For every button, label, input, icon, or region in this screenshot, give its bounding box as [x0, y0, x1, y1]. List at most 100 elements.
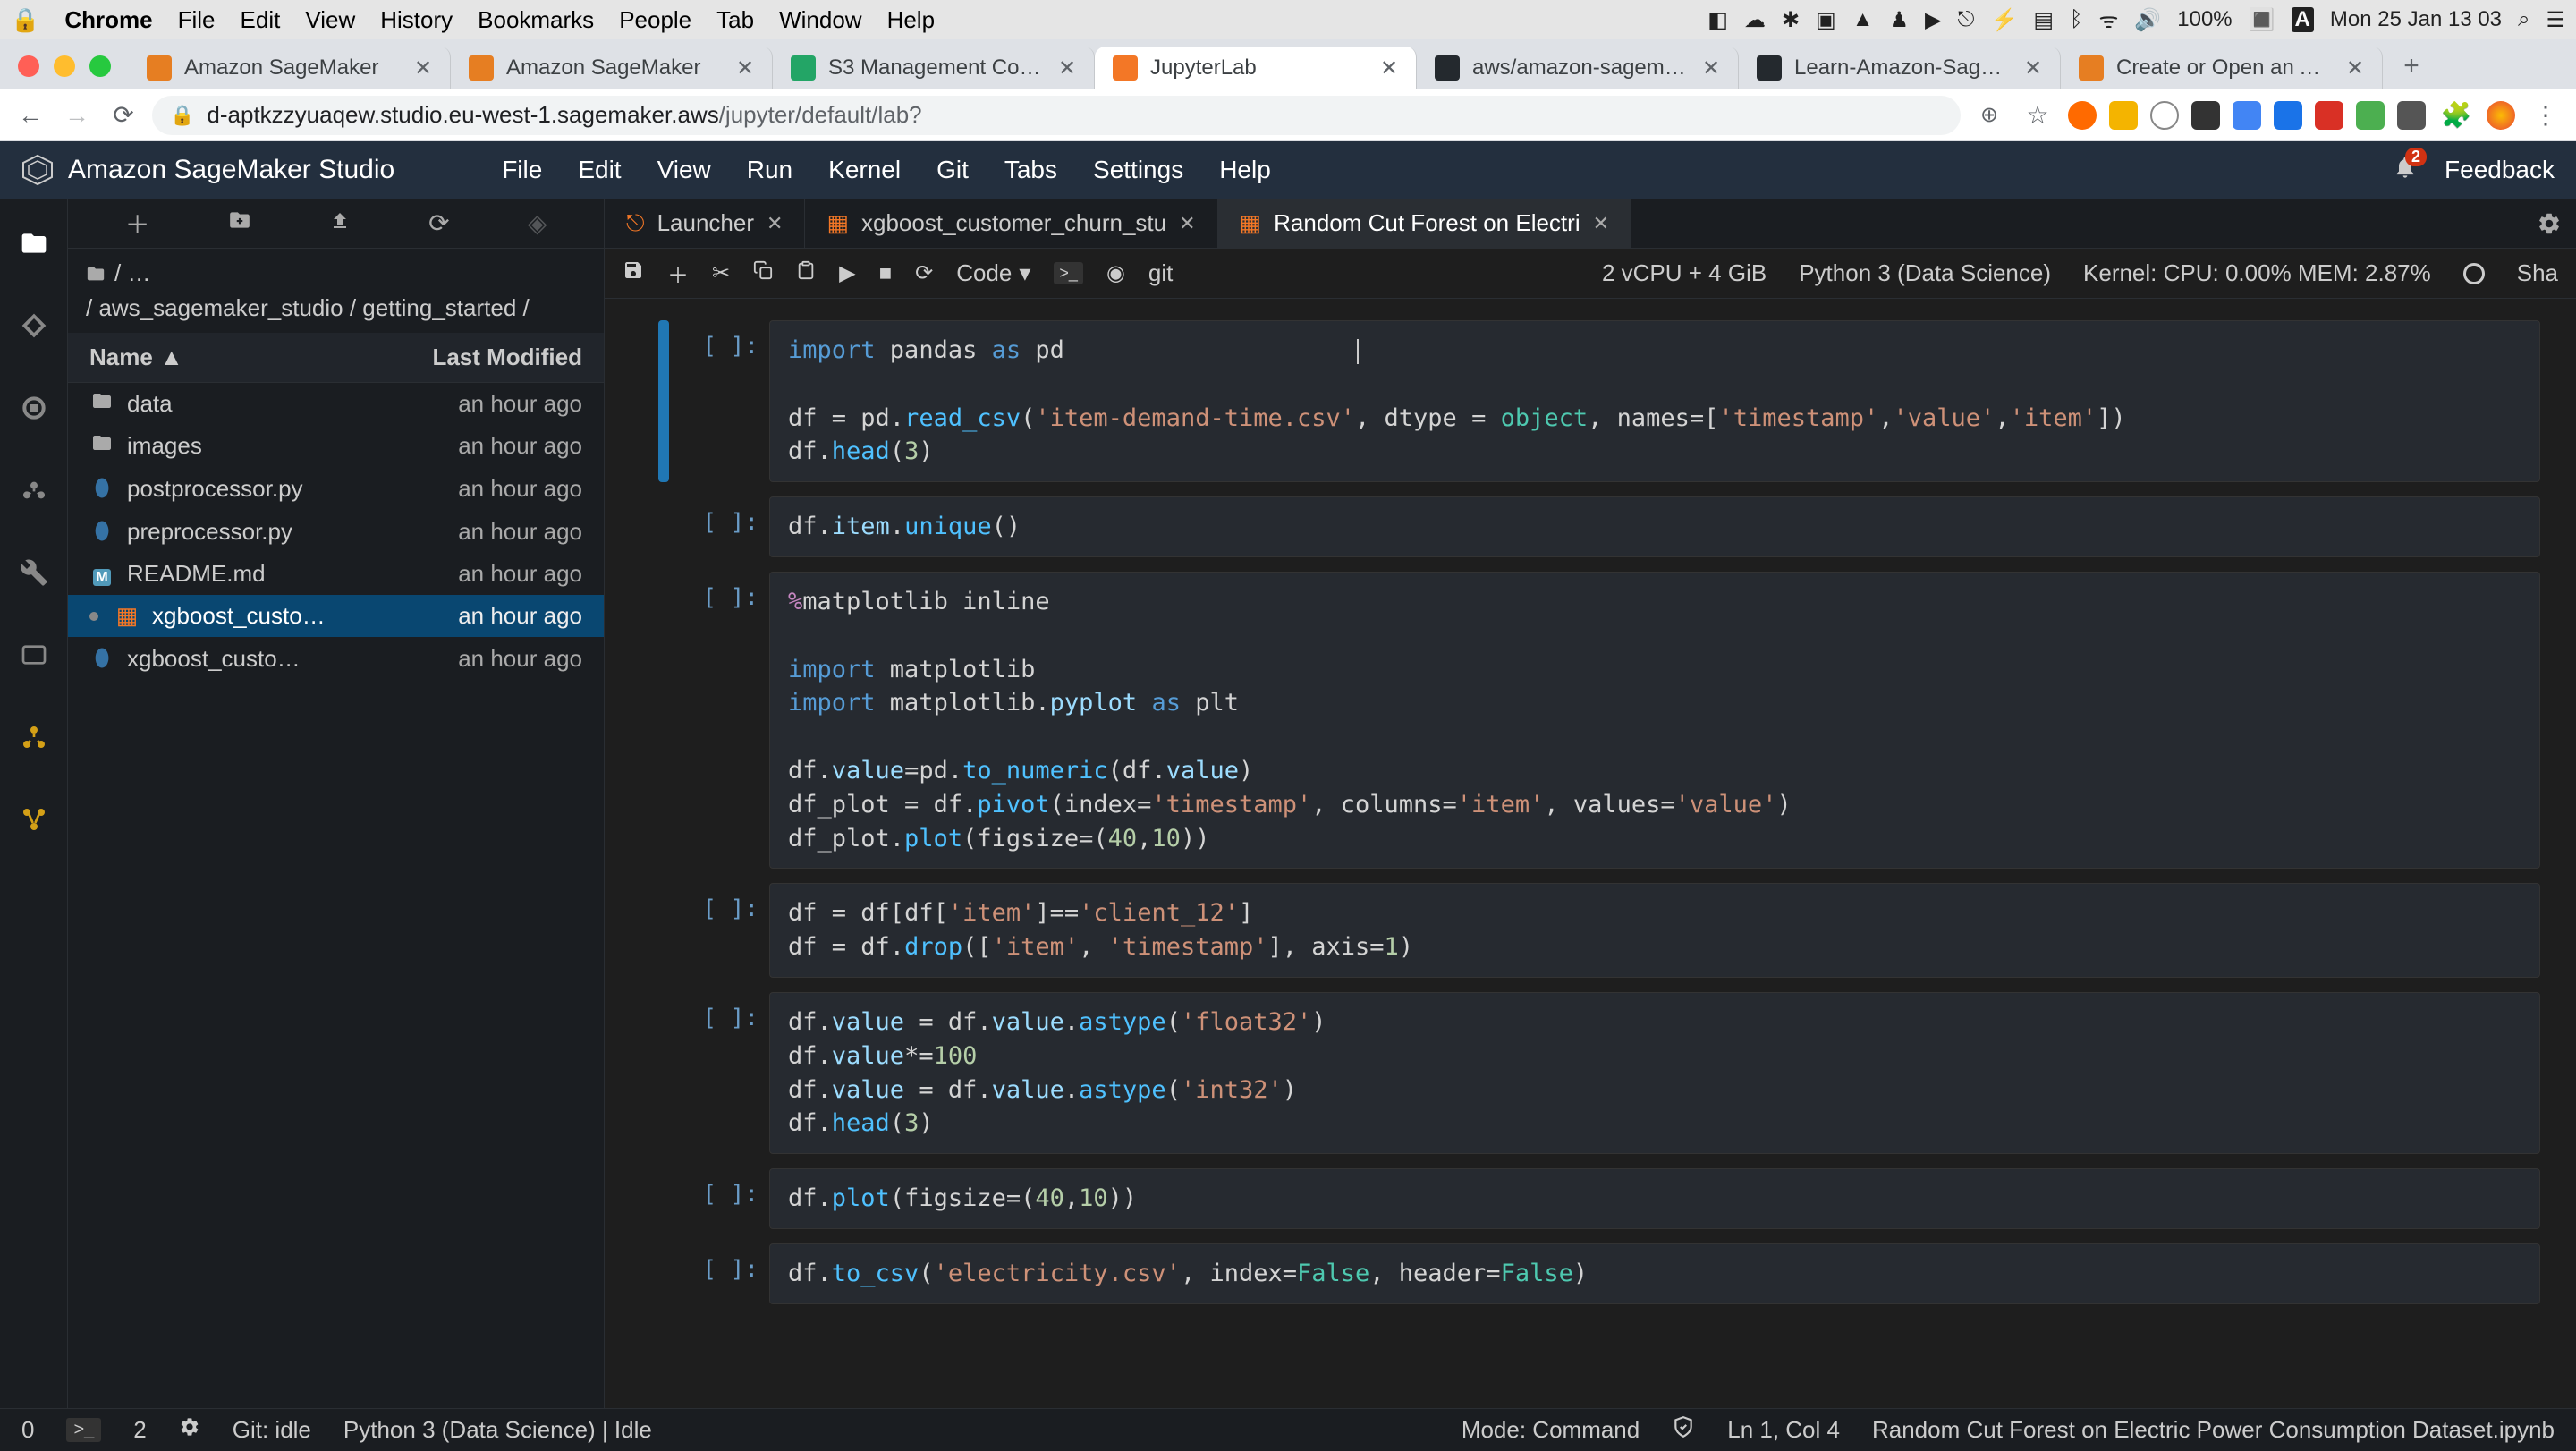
extension-icon[interactable]: [2397, 101, 2426, 130]
status-errors[interactable]: 0: [21, 1416, 34, 1444]
git-clone-button[interactable]: ◈: [528, 208, 547, 238]
chrome-tab[interactable]: S3 Management Console✕: [773, 47, 1095, 89]
git-tab[interactable]: [16, 308, 52, 344]
cell-code[interactable]: %matplotlib inline import matplotlib imp…: [769, 572, 2540, 869]
extension-icon[interactable]: [2191, 101, 2220, 130]
tray-icon[interactable]: ◧: [1707, 7, 1728, 33]
menu-history[interactable]: History: [380, 6, 453, 34]
chrome-tab[interactable]: Learn-Amazon-SageMaker/sd…✕: [1739, 47, 2061, 89]
chrome-tab[interactable]: Create or Open an Amazon Sa…✕: [2061, 47, 2383, 89]
editor-tab[interactable]: ⎋Launcher✕: [605, 199, 805, 248]
chrome-tab[interactable]: JupyterLab✕: [1095, 47, 1417, 89]
battery-icon[interactable]: 🔳: [2249, 7, 2275, 33]
terminal-button[interactable]: >_: [1054, 262, 1083, 284]
app-name[interactable]: Chrome: [64, 6, 152, 34]
file-row[interactable]: MREADME.mdan hour ago: [68, 553, 604, 595]
cell-code[interactable]: df = df[df['item']=='client_12'] df = df…: [769, 883, 2540, 978]
file-row[interactable]: ▦xgboost_custo…an hour ago: [68, 595, 604, 637]
file-row[interactable]: imagesan hour ago: [68, 425, 604, 467]
running-kernels-tab[interactable]: [16, 390, 52, 426]
cell-code[interactable]: df.value = df.value.astype('float32') df…: [769, 992, 2540, 1154]
close-tab-icon[interactable]: ✕: [414, 55, 432, 81]
breadcrumb[interactable]: / …: [68, 249, 604, 291]
chrome-tab[interactable]: Amazon SageMaker✕: [129, 47, 451, 89]
file-row[interactable]: ⬮xgboost_custo…an hour ago: [68, 637, 604, 680]
chrome-tab[interactable]: Amazon SageMaker✕: [451, 47, 773, 89]
close-tab-icon[interactable]: ✕: [767, 212, 783, 235]
wifi-icon[interactable]: ᯤ: [2098, 5, 2118, 35]
file-row[interactable]: dataan hour ago: [68, 383, 604, 425]
tray-icon[interactable]: ♟: [1890, 7, 1910, 33]
status-trusted-icon[interactable]: [1672, 1415, 1695, 1445]
save-button[interactable]: [623, 259, 644, 287]
tray-icon[interactable]: ☁: [1744, 7, 1766, 33]
kernel-status-icon[interactable]: [2463, 263, 2485, 284]
new-folder-button[interactable]: [228, 208, 251, 238]
tray-icon[interactable]: ▲: [1852, 7, 1874, 32]
sort-by-modified[interactable]: Last Modified: [368, 344, 582, 371]
reload-button[interactable]: ⟳: [106, 98, 141, 133]
studio-menu-kernel[interactable]: Kernel: [828, 156, 901, 184]
compute-type[interactable]: 2 vCPU + 4 GiB: [1602, 259, 1767, 287]
new-tab-button[interactable]: +: [2392, 47, 2431, 86]
tabs-tab[interactable]: [16, 637, 52, 673]
paste-button[interactable]: [796, 260, 816, 286]
input-source-icon[interactable]: A: [2292, 7, 2314, 32]
new-launcher-button[interactable]: ＋: [125, 206, 150, 242]
status-git[interactable]: Git: idle: [233, 1416, 311, 1444]
notebook-cell[interactable]: [ ]:df.value = df.value.astype('float32'…: [658, 992, 2540, 1154]
chrome-tab[interactable]: aws/amazon-sagemaker-exam…✕: [1417, 47, 1739, 89]
close-tab-icon[interactable]: ✕: [1593, 212, 1609, 235]
commands-tab[interactable]: [16, 472, 52, 508]
studio-menu-view[interactable]: View: [657, 156, 711, 184]
volume-icon[interactable]: 🔊: [2134, 7, 2161, 33]
tray-icon[interactable]: ✱: [1782, 7, 1800, 33]
checkpoint-button[interactable]: ◉: [1106, 260, 1125, 286]
share-button[interactable]: Sha: [2517, 259, 2558, 287]
menu-window[interactable]: Window: [779, 6, 861, 34]
kernel-name[interactable]: Python 3 (Data Science): [1799, 259, 2051, 287]
maximize-window-button[interactable]: [89, 55, 111, 77]
panel-settings-icon[interactable]: [2522, 199, 2576, 248]
forward-button[interactable]: →: [59, 98, 95, 133]
studio-menu-tabs[interactable]: Tabs: [1004, 156, 1057, 184]
file-row[interactable]: ⬮preprocessor.pyan hour ago: [68, 510, 604, 553]
file-browser-tab[interactable]: [16, 225, 52, 261]
notebook-cell[interactable]: [ ]:%matplotlib inline import matplotlib…: [658, 572, 2540, 869]
extension-icon[interactable]: [2274, 101, 2302, 130]
extensions-tab[interactable]: [16, 555, 52, 590]
notebook-cell[interactable]: [ ]:import pandas as pd df = pd.read_csv…: [658, 320, 2540, 482]
notebook-cell[interactable]: [ ]:df.to_csv('electricity.csv', index=F…: [658, 1243, 2540, 1304]
menu-help[interactable]: Help: [887, 6, 935, 34]
back-button[interactable]: ←: [13, 98, 48, 133]
breadcrumb-path[interactable]: / aws_sagemaker_studio / getting_started…: [68, 291, 604, 333]
profile-avatar[interactable]: [2487, 101, 2515, 130]
restart-button[interactable]: ⟳: [915, 260, 933, 286]
close-tab-icon[interactable]: ✕: [1380, 55, 1398, 81]
git-button[interactable]: git: [1148, 259, 1173, 287]
menu-bookmarks[interactable]: Bookmarks: [478, 6, 594, 34]
stop-button[interactable]: ■: [879, 261, 893, 286]
sort-by-name[interactable]: Name ▲: [89, 344, 368, 371]
notifications-button[interactable]: 2: [2393, 155, 2418, 186]
bluetooth-icon[interactable]: ᛒ: [2070, 7, 2082, 32]
upload-button[interactable]: [329, 209, 351, 238]
menu-tab[interactable]: Tab: [716, 6, 754, 34]
extension-icon[interactable]: [2356, 101, 2385, 130]
tray-icon[interactable]: ▣: [1816, 7, 1836, 33]
menu-edit[interactable]: Edit: [241, 6, 281, 34]
spotlight-icon[interactable]: ⌕: [2518, 7, 2529, 32]
tray-icon[interactable]: ⎋: [1957, 7, 1974, 32]
notebook-cell[interactable]: [ ]:df.item.unique(): [658, 496, 2540, 557]
studio-menu-run[interactable]: Run: [747, 156, 792, 184]
refresh-button[interactable]: ⟳: [428, 208, 449, 238]
extension-icon[interactable]: [2109, 101, 2138, 130]
close-tab-icon[interactable]: ✕: [1702, 55, 1720, 81]
chrome-menu-button[interactable]: ⋮: [2528, 98, 2563, 133]
tray-icon[interactable]: ▤: [2033, 7, 2054, 33]
studio-menu-edit[interactable]: Edit: [578, 156, 621, 184]
extension-icon[interactable]: [2315, 101, 2343, 130]
run-button[interactable]: ▶: [839, 260, 855, 286]
notebook-cell[interactable]: [ ]:df.plot(figsize=(40,10)): [658, 1168, 2540, 1229]
minimize-window-button[interactable]: [54, 55, 75, 77]
